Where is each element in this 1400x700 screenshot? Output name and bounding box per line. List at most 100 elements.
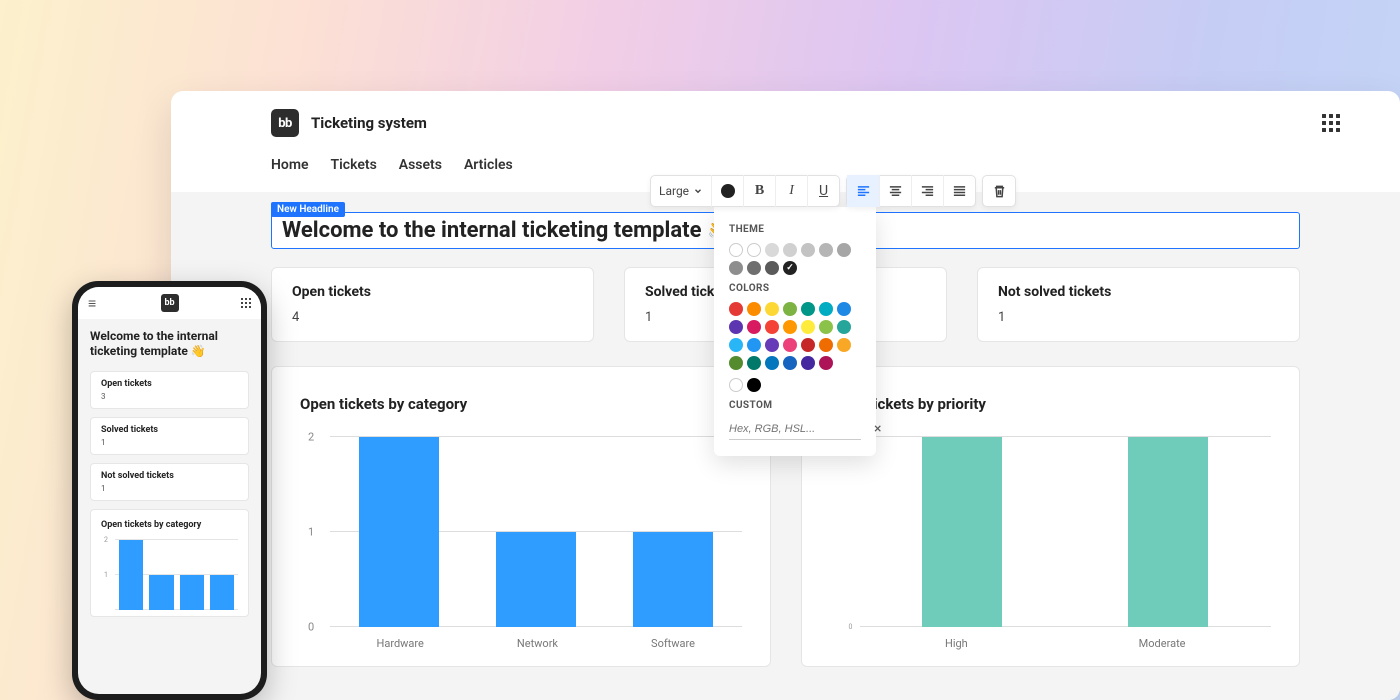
align-center-icon — [888, 184, 903, 199]
mobile-headline: Welcome to the internal ticketing templa… — [90, 329, 249, 359]
mobile-chart-area: 2 1 — [115, 540, 238, 610]
stat-label: Open tickets — [292, 284, 573, 300]
bars — [860, 437, 1272, 627]
swatch[interactable] — [783, 243, 797, 257]
swatch[interactable] — [801, 243, 815, 257]
stat-value: 1 — [998, 310, 1279, 325]
swatch[interactable] — [765, 243, 779, 257]
swatch[interactable] — [747, 378, 761, 392]
custom-color-input[interactable] — [729, 419, 872, 439]
swatch[interactable] — [819, 302, 833, 316]
y-tick: 0 — [308, 621, 314, 634]
swatch[interactable] — [819, 320, 833, 334]
mobile-stat-open[interactable]: Open tickets 3 — [90, 371, 249, 409]
mobile-body: Welcome to the internal ticketing templa… — [78, 319, 261, 627]
x-labels: HighModerate — [860, 637, 1272, 650]
mobile-chart[interactable]: Open tickets by category 2 1 — [90, 509, 249, 617]
mobile-stat-solved[interactable]: Solved tickets 1 — [90, 417, 249, 455]
x-label: Network — [517, 637, 558, 650]
swatch[interactable] — [747, 320, 761, 334]
bar — [119, 540, 143, 610]
swatch[interactable] — [765, 356, 779, 370]
toolbar-align-group — [846, 175, 976, 207]
swatch[interactable] — [801, 338, 815, 352]
swatch[interactable] — [729, 338, 743, 352]
nav-articles[interactable]: Articles — [464, 157, 513, 173]
nav-assets[interactable]: Assets — [399, 157, 442, 173]
stat-value: 1 — [101, 438, 238, 447]
swatch[interactable] — [765, 338, 779, 352]
italic-button[interactable]: I — [775, 175, 807, 207]
swatch[interactable] — [729, 261, 743, 275]
stat-open-tickets[interactable]: Open tickets 4 — [271, 267, 594, 342]
swatch[interactable] — [729, 378, 743, 392]
swatch[interactable] — [783, 320, 797, 334]
align-left-icon — [856, 184, 871, 199]
swatch[interactable] — [783, 261, 797, 275]
color-dot-icon — [721, 184, 735, 198]
nav-home[interactable]: Home — [271, 157, 309, 173]
colors-section-label: COLORS — [729, 283, 861, 294]
x-label: High — [945, 637, 968, 650]
bold-button[interactable]: B — [743, 175, 775, 207]
mobile-screen: ≡ bb Welcome to the internal ticketing t… — [78, 287, 261, 694]
swatch[interactable] — [747, 302, 761, 316]
font-size-select[interactable]: Large — [651, 175, 711, 207]
swatch[interactable] — [801, 302, 815, 316]
swatch[interactable] — [801, 356, 815, 370]
swatch[interactable] — [729, 243, 743, 257]
mobile-stat-notsolved[interactable]: Not solved tickets 1 — [90, 463, 249, 501]
apps-grid-icon[interactable] — [1322, 114, 1340, 132]
align-right-icon — [920, 184, 935, 199]
swatch[interactable] — [837, 320, 851, 334]
bold-icon: B — [755, 183, 764, 199]
stat-not-solved-tickets[interactable]: Not solved tickets 1 — [977, 267, 1300, 342]
swatch[interactable] — [747, 243, 761, 257]
swatch[interactable] — [747, 356, 761, 370]
align-center-button[interactable] — [879, 175, 911, 207]
swatch[interactable] — [765, 302, 779, 316]
mobile-chart-title: Open tickets by category — [101, 520, 238, 530]
align-right-button[interactable] — [911, 175, 943, 207]
swatch[interactable] — [819, 356, 833, 370]
swatch[interactable] — [729, 302, 743, 316]
color-picker-panel: THEME COLORS CUSTOM × — [714, 207, 876, 456]
swatch[interactable] — [765, 261, 779, 275]
swatch[interactable] — [747, 338, 761, 352]
y-tick: 1 — [104, 571, 108, 579]
swatch[interactable] — [783, 302, 797, 316]
swatch[interactable] — [747, 261, 761, 275]
swatch[interactable] — [801, 320, 815, 334]
swatch[interactable] — [729, 320, 743, 334]
swatch[interactable] — [837, 302, 851, 316]
chart-title: Open tickets by priority — [830, 395, 1272, 413]
chart-category[interactable]: Open tickets by category 2 1 0 HardwareN… — [271, 366, 771, 667]
swatch[interactable] — [783, 356, 797, 370]
theme-swatches — [729, 243, 861, 275]
swatch[interactable] — [729, 356, 743, 370]
custom-section-label: CUSTOM — [729, 400, 861, 411]
swatch[interactable] — [819, 243, 833, 257]
hamburger-icon[interactable]: ≡ — [88, 295, 96, 312]
clear-custom-button[interactable]: × — [872, 421, 883, 437]
delete-button[interactable] — [983, 175, 1015, 207]
swatch[interactable] — [837, 243, 851, 257]
nav-tickets[interactable]: Tickets — [331, 157, 377, 173]
custom-swatches — [729, 378, 861, 392]
swatch[interactable] — [819, 338, 833, 352]
bar — [922, 437, 1002, 627]
bars — [330, 437, 742, 627]
bar — [1128, 437, 1208, 627]
swatch[interactable] — [765, 320, 779, 334]
underline-button[interactable]: U — [807, 175, 839, 207]
app-title: Ticketing system — [311, 114, 427, 132]
text-color-button[interactable] — [711, 175, 743, 207]
swatch[interactable] — [783, 338, 797, 352]
toolbar-font-group: Large B I U — [650, 175, 840, 207]
mobile-apps-icon[interactable] — [241, 298, 252, 309]
align-left-button[interactable] — [847, 175, 879, 207]
align-justify-button[interactable] — [943, 175, 975, 207]
mobile-preview: ≡ bb Welcome to the internal ticketing t… — [72, 281, 267, 700]
chart-plot-area: 2 1 0 — [330, 437, 742, 627]
swatch[interactable] — [837, 338, 851, 352]
